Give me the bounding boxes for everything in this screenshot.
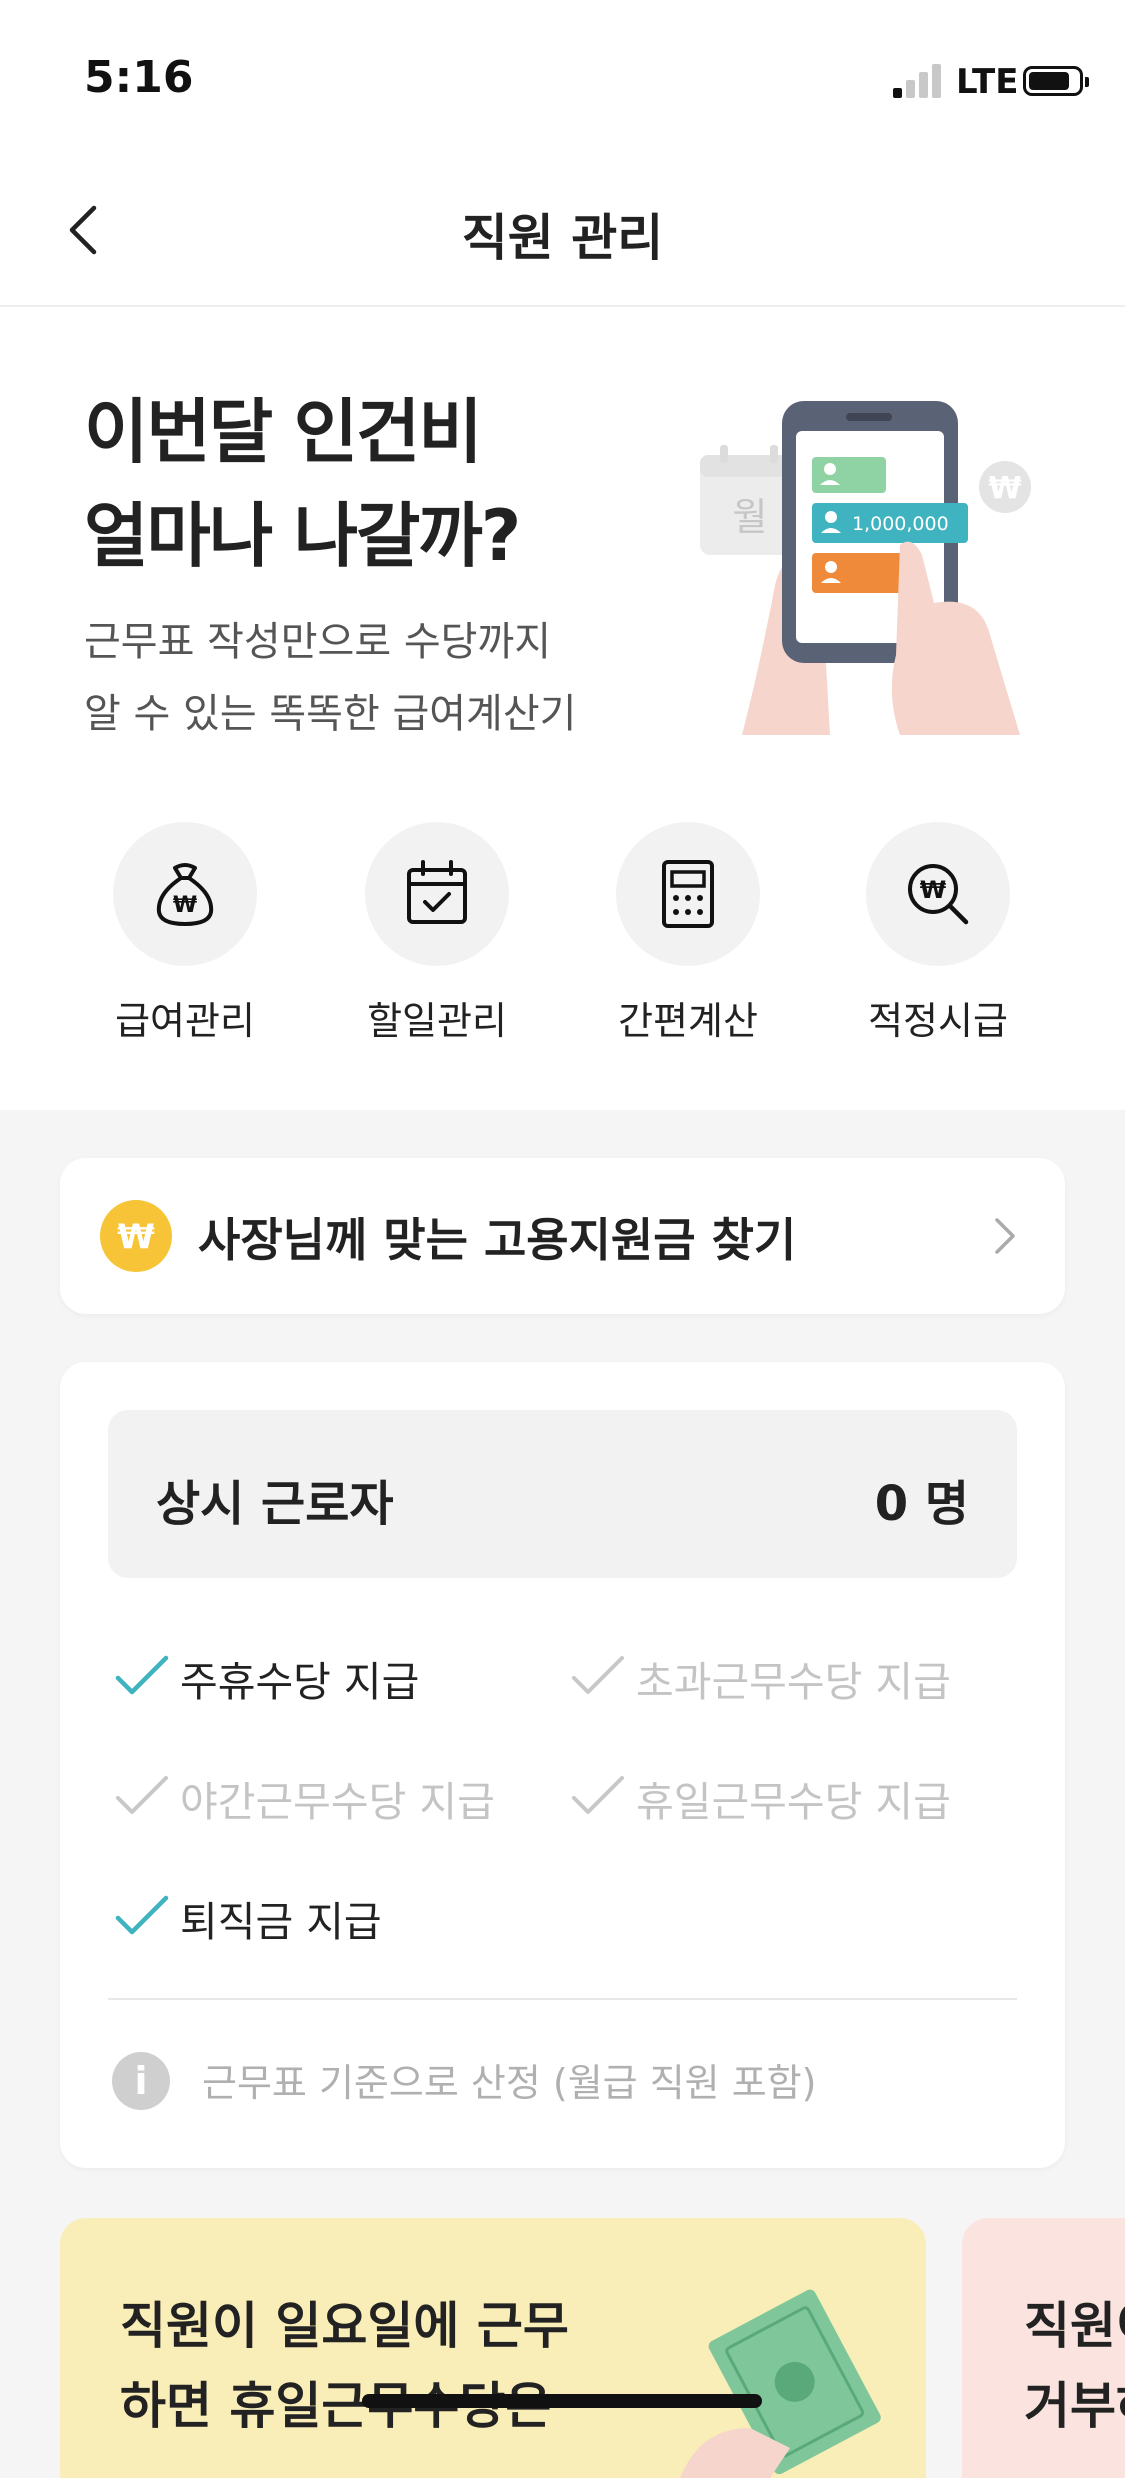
- money-illustration: [680, 2289, 881, 2478]
- calculation-note: 근무표 기준으로 산정 (월급 직원 포함): [202, 2061, 817, 2105]
- calendar-label: 월: [733, 495, 768, 539]
- hero-subtitle: 근무표 작성만으로 수당까지 알 수 있는 똑똑한 급여계산기: [84, 606, 576, 750]
- hero-subtitle-line2: 알 수 있는 똑똑한 급여계산기: [84, 691, 577, 737]
- home-indicator: [362, 2394, 762, 2408]
- check-icon: [115, 1895, 169, 1935]
- quick-menu-label: 급여관리: [115, 999, 255, 1043]
- quick-menu-label: 간편계산: [618, 999, 758, 1043]
- promo-card[interactable]: 직원이 거부하: [962, 2218, 1125, 2478]
- check-icon: [116, 1776, 168, 1814]
- hero-title-line1: 이번달 인건비: [84, 391, 483, 473]
- signal-icon: [893, 62, 943, 98]
- quick-menu-label: 할일관리: [367, 999, 507, 1043]
- page-title: 직원 관리: [461, 209, 664, 267]
- chevron-right-icon: [995, 1218, 1015, 1254]
- quick-menu-todo[interactable]: 할일관리: [312, 822, 562, 1045]
- divider: [108, 1998, 1017, 2000]
- battery-icon: [1023, 66, 1089, 96]
- svg-text:₩: ₩: [920, 876, 947, 904]
- phone-payroll-illustration: 월 1,000,000 ₩: [700, 401, 1031, 735]
- quick-menu-calculator[interactable]: 간편계산: [563, 822, 813, 1045]
- check-icon: [572, 1656, 624, 1694]
- status-bar: 5:16 LTE: [0, 0, 1125, 160]
- promo-line: 직원이 일요일에 근무: [120, 2297, 569, 2355]
- promo-line: 거부하: [1024, 2377, 1125, 2435]
- promo-card[interactable]: 직원이 일요일에 근무 하면 휴일근무수당은: [60, 2218, 926, 2478]
- worker-count-value: 0 명: [874, 1476, 969, 1532]
- hero-title: 이번달 인건비 얼마나 나갈까?: [84, 380, 521, 588]
- calculator-icon: [662, 860, 714, 928]
- check-icon: [115, 1655, 169, 1695]
- network-type: LTE: [956, 62, 1019, 102]
- worker-count-title: 상시 근로자: [156, 1476, 394, 1532]
- status-time: 5:16: [84, 52, 194, 103]
- info-icon: i: [112, 2052, 170, 2110]
- won-search-icon: ₩: [908, 864, 969, 925]
- promo-line: 직원이: [1024, 2297, 1125, 2355]
- won-coin-symbol: ₩: [988, 471, 1021, 506]
- svg-text:₩: ₩: [173, 893, 197, 918]
- subsidy-finder-button[interactable]: ₩ 사장님께 맞는 고용지원금 찾기: [60, 1158, 1065, 1314]
- regular-workers-card: 상시 근로자 0 명 주휴수당 지급 초과근무수당 지급 야간근무수당 지급 휴…: [60, 1362, 1065, 2168]
- svg-text:₩: ₩: [117, 1217, 155, 1257]
- hero-subtitle-line1: 근무표 작성만으로 수당까지: [84, 619, 552, 665]
- hero-title-line2: 얼마나 나갈까?: [84, 495, 521, 577]
- calendar-check-icon: [407, 860, 467, 924]
- worker-count-box[interactable]: 상시 근로자 0 명: [108, 1410, 1017, 1578]
- amount-label: 1,000,000: [852, 513, 949, 535]
- quick-menu-payroll[interactable]: ₩ 급여관리: [60, 822, 310, 1045]
- subsidy-label: 사장님께 맞는 고용지원금 찾기: [198, 1213, 797, 1267]
- check-icon: [572, 1776, 624, 1814]
- won-coin-icon: ₩: [100, 1200, 172, 1272]
- nav-bar: 직원 관리: [0, 160, 1125, 307]
- money-bag-icon: ₩: [156, 863, 214, 926]
- quick-menu-label: 적정시급: [868, 999, 1008, 1043]
- quick-menu-wage[interactable]: ₩ 적정시급: [813, 822, 1063, 1045]
